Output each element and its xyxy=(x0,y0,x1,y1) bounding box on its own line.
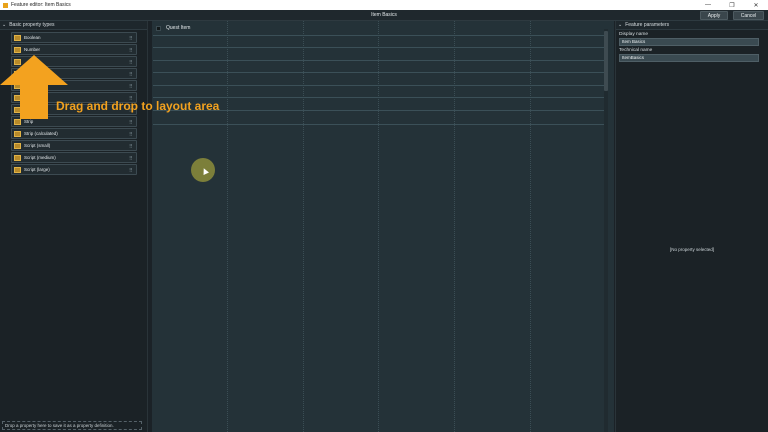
layout-scrollbar-thumb[interactable] xyxy=(604,31,608,91)
quest-item-label: Quest Item xyxy=(166,25,191,31)
property-type-item[interactable]: Strip (calculated) ⠿ xyxy=(11,128,137,139)
grid-column-line xyxy=(454,21,455,432)
layout-area[interactable]: Quest Item xyxy=(152,21,614,432)
empty-state-text: [No property selected] xyxy=(669,247,715,252)
drag-handle-icon[interactable]: ⠿ xyxy=(129,73,134,78)
property-type-label: Strip xyxy=(24,119,34,124)
drag-handle-icon[interactable]: ⠿ xyxy=(129,61,134,66)
property-type-icon xyxy=(14,118,21,125)
cancel-button[interactable]: Cancel xyxy=(733,11,764,20)
technical-name-field[interactable]: ItemBasics xyxy=(619,54,759,62)
property-type-label: Script (large) xyxy=(24,167,50,172)
property-type-item[interactable]: Script (small) ⠿ xyxy=(11,140,137,151)
chevron-down-icon: ⌄ xyxy=(618,21,623,28)
drag-handle-icon[interactable]: ⠿ xyxy=(129,121,134,126)
layout-row-line xyxy=(153,85,605,86)
layout-scrollbar[interactable] xyxy=(604,29,608,432)
close-button[interactable]: ✕ xyxy=(744,0,768,10)
window-title: Feature editor: Item Basics xyxy=(11,2,71,8)
window-titlebar: Feature editor: Item Basics — ❐ ✕ xyxy=(0,0,768,10)
property-type-icon xyxy=(14,130,21,137)
property-type-label: Number xyxy=(24,47,41,52)
app-icon xyxy=(3,2,8,8)
property-type-icon xyxy=(14,46,21,53)
apply-button[interactable]: Apply xyxy=(700,11,728,20)
property-type-icon xyxy=(14,34,21,41)
drag-handle-icon[interactable]: ⠿ xyxy=(129,49,134,54)
feature-parameters-panel: ⌄ Feature parameters Display name Item B… xyxy=(615,21,768,432)
layout-row-line xyxy=(153,60,605,61)
editor-header: Item Basics Apply Cancel xyxy=(0,10,768,21)
property-type-label: Boolean xyxy=(24,35,41,40)
layout-row-line xyxy=(153,97,605,98)
property-type-icon xyxy=(14,166,21,173)
left-scrollbar[interactable] xyxy=(143,31,147,431)
drag-handle-icon[interactable]: ⠿ xyxy=(129,157,134,162)
layout-row-quest-item[interactable]: Quest Item xyxy=(156,25,190,31)
maximize-button[interactable]: ❐ xyxy=(720,0,744,10)
property-type-icon xyxy=(14,154,21,161)
property-type-item[interactable]: Number ⠿ xyxy=(11,44,137,55)
property-type-icon xyxy=(14,142,21,149)
quest-item-checkbox[interactable] xyxy=(156,25,161,31)
property-types-title: Basic property types xyxy=(9,21,55,28)
grid-column-line xyxy=(530,21,531,432)
tutorial-callout: Drag and drop to layout area xyxy=(56,99,220,113)
property-type-label: Script (medium) xyxy=(24,155,56,160)
property-type-item[interactable]: Script (large) ⠿ xyxy=(11,164,137,175)
window-controls: — ❐ ✕ xyxy=(696,0,768,10)
feature-parameters-title: Feature parameters xyxy=(625,21,670,28)
property-type-item[interactable]: Script (medium) ⠿ xyxy=(11,152,137,163)
chevron-down-icon: ⌄ xyxy=(2,21,7,28)
property-type-label: Strip (calculated) xyxy=(24,131,58,136)
layout-row-line xyxy=(153,110,605,111)
drag-handle-icon[interactable]: ⠿ xyxy=(129,133,134,138)
drag-handle-icon[interactable]: ⠿ xyxy=(129,145,134,150)
property-type-label: Script (small) xyxy=(24,143,51,148)
grid-column-line xyxy=(378,21,379,432)
layout-row-line xyxy=(153,47,605,48)
layout-row-line xyxy=(153,124,605,125)
property-drop-zone[interactable]: Drop a property here to save it as a pro… xyxy=(2,421,142,430)
minimize-button[interactable]: — xyxy=(696,0,720,10)
drag-handle-icon[interactable]: ⠿ xyxy=(129,85,134,90)
drag-handle-icon[interactable]: ⠿ xyxy=(129,169,134,174)
layout-row-line xyxy=(153,72,605,73)
property-type-item[interactable]: Boolean ⠿ xyxy=(11,32,137,43)
feature-parameters-header[interactable]: ⌄ Feature parameters xyxy=(616,21,768,30)
grid-column-line xyxy=(227,21,228,432)
layout-row-line xyxy=(153,35,605,36)
page-title: Item Basics xyxy=(371,12,397,18)
display-name-field[interactable]: Item Basics xyxy=(619,38,759,46)
grid-column-line xyxy=(303,21,304,432)
property-types-header[interactable]: ⌄ Basic property types xyxy=(0,21,147,30)
drag-handle-icon[interactable]: ⠿ xyxy=(129,37,134,42)
